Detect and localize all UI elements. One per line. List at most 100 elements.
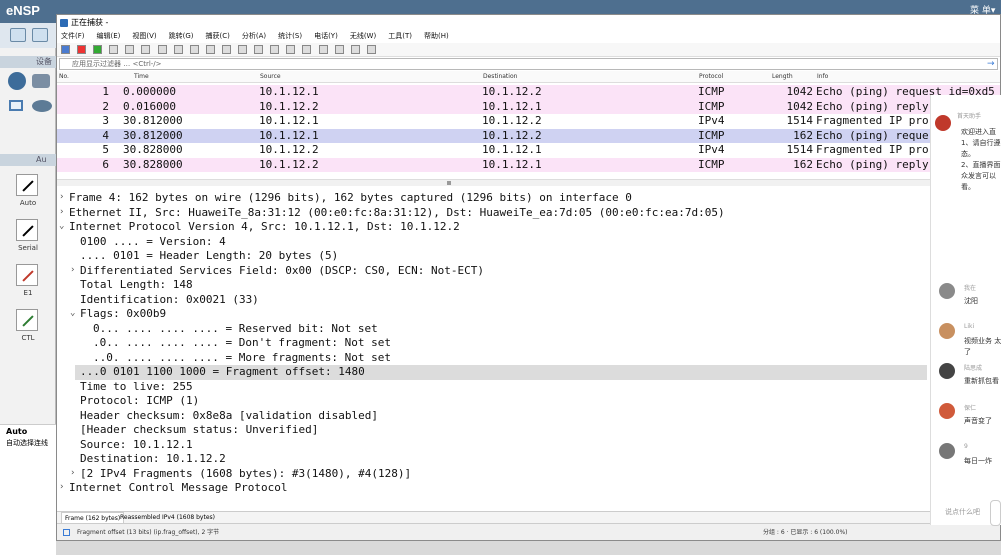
col-no[interactable]: No. [59,71,69,83]
col-protocol[interactable]: Protocol [699,71,723,83]
detail-line[interactable]: 0... .... .... .... = Reserved bit: Not … [93,322,378,337]
link-type-ctl[interactable]: CTL [0,307,56,351]
ensp-new-icon[interactable] [10,28,26,42]
pc-icon[interactable] [9,100,23,111]
detail-line[interactable]: .... 0101 = Header Length: 20 bytes (5) [80,249,338,264]
detail-line[interactable]: Ethernet II, Src: HuaweiTe_8a:31:12 (00:… [69,206,725,221]
ensp-open-icon[interactable] [32,28,48,42]
serial-cable-icon[interactable] [16,219,38,241]
packet-list-hscrollbar[interactable] [57,179,1000,186]
chat-scroll-handle[interactable] [990,500,1001,526]
col-length[interactable]: Length [772,71,793,83]
go-forward-icon[interactable] [221,45,231,54]
link-type-e1[interactable]: E1 [0,262,56,306]
menu-item-0[interactable]: 文件(F) [61,32,85,40]
scroll-thumb[interactable] [447,181,451,185]
link-type-serial[interactable]: Serial [0,217,56,261]
expand-arrow-icon[interactable]: › [59,192,67,202]
detail-line[interactable]: Flags: 0x00b9 [80,307,166,322]
detail-line[interactable]: Destination: 10.1.12.2 [80,452,226,467]
menu-item-5[interactable]: 分析(A) [242,32,266,40]
detail-line[interactable]: Frame 4: 162 bytes on wire (1296 bits), … [69,191,632,206]
cloud-icon[interactable] [32,100,52,112]
colorize-icon[interactable] [302,45,312,54]
first-packet-icon[interactable] [254,45,264,54]
zoom-normal-icon[interactable] [350,45,360,54]
close-file-icon[interactable] [157,45,167,54]
menu-item-9[interactable]: 工具(T) [388,32,412,40]
save-file-icon[interactable] [141,45,151,54]
detail-line[interactable]: Time to live: 255 [80,380,193,395]
zoom-in-icon[interactable] [318,45,328,54]
menu-item-6[interactable]: 统计(S) [278,32,302,40]
chat-input[interactable]: 说点什么吧 [945,507,980,517]
autoscroll-icon[interactable] [286,45,296,54]
go-back-icon[interactable] [205,45,215,54]
display-filter-input[interactable]: 应用显示过滤器 … <Ctrl-/> [59,58,998,70]
packet-row[interactable]: 4 30.812000 10.1.12.1 10.1.12.2 ICMP 162 Echo … [57,128,1000,143]
col-info[interactable]: Info [817,71,828,83]
col-time[interactable]: Time [134,71,149,83]
detail-line[interactable]: [Header checksum status: Unverified] [80,423,318,438]
router-icon[interactable] [8,72,26,90]
menu-item-1[interactable]: 编辑(E) [97,32,121,40]
detail-line[interactable]: 0100 .... = Version: 4 [80,235,226,250]
detail-line[interactable]: Differentiated Services Field: 0x00 (DSC… [80,264,484,279]
collapse-arrow-icon[interactable]: ⌄ [70,308,78,318]
status-expert-icon[interactable] [63,529,70,536]
detail-line[interactable]: ..0. .... .... .... = More fragments: No… [93,351,391,366]
col-source[interactable]: Source [260,71,281,83]
expand-arrow-icon[interactable]: › [59,482,67,492]
col-destination[interactable]: Destination [483,71,517,83]
reload-icon[interactable] [173,45,183,54]
menu-item-7[interactable]: 电话(Y) [314,32,338,40]
menu-item-10[interactable]: 帮助(H) [424,32,449,40]
zoom-out-icon[interactable] [334,45,344,54]
detail-line[interactable]: Identification: 0x0021 (33) [80,293,259,308]
packet-destination: 10.1.12.2 [482,128,542,142]
chat-message: 重新抓包看 [964,377,999,385]
expand-arrow-icon[interactable]: › [59,207,67,217]
expand-arrow-icon[interactable]: › [70,468,78,478]
detail-line[interactable]: Internet Control Message Protocol [69,481,288,496]
chat-message: 每日一炸 [964,457,992,465]
lightning-icon[interactable] [16,174,38,196]
restart-capture-icon[interactable] [93,45,103,54]
packet-no: 3 [102,114,109,127]
packet-row[interactable]: 3 30.812000 10.1.12.1 10.1.12.2 IPv4 1514 Frag… [57,114,1000,129]
detail-line[interactable]: Header checksum: 0x8e8a [validation disa… [80,409,378,424]
packet-row[interactable]: 6 30.828000 10.1.12.2 10.1.12.1 ICMP 162 Echo … [57,157,1000,172]
user-avatar [939,403,955,419]
find-packet-icon[interactable] [189,45,199,54]
resize-columns-icon[interactable] [366,45,376,54]
last-packet-icon[interactable] [270,45,280,54]
e1-cable-icon[interactable] [16,264,38,286]
stop-capture-icon[interactable] [77,45,87,54]
detail-line[interactable]: ...0 0101 1100 1000 = Fragment offset: 1… [80,365,365,380]
detail-line[interactable]: Internet Protocol Version 4, Src: 10.1.1… [69,220,460,235]
detail-line[interactable]: Protocol: ICMP (1) [80,394,199,409]
packet-row[interactable]: 2 0.016000 10.1.12.2 10.1.12.1 ICMP 1042 Echo … [57,99,1000,114]
packet-row[interactable]: 1 0.000000 10.1.12.1 10.1.12.2 ICMP 1042 Echo … [57,85,1000,100]
menu-item-4[interactable]: 捕获(C) [206,32,230,40]
expand-arrow-icon[interactable]: › [70,265,78,275]
detail-line[interactable]: Source: 10.1.12.1 [80,438,193,453]
capture-options-icon[interactable] [109,45,119,54]
detail-line[interactable]: Total Length: 148 [80,278,193,293]
menu-item-3[interactable]: 跳转(G) [169,32,194,40]
menu-item-8[interactable]: 无线(W) [350,32,376,40]
collapse-arrow-icon[interactable]: ⌄ [59,221,67,231]
link-type-auto[interactable]: Auto [0,172,56,216]
go-to-packet-icon[interactable] [238,45,248,54]
packet-protocol: ICMP [698,99,725,113]
packet-protocol: ICMP [698,157,725,171]
ctl-cable-icon[interactable] [16,309,38,331]
detail-line[interactable]: [2 IPv4 Fragments (1608 bytes): #3(1480)… [80,467,411,482]
menu-item-2[interactable]: 视图(V) [132,32,156,40]
packet-row[interactable]: 5 30.828000 10.1.12.2 10.1.12.1 IPv4 1514 Frag… [57,143,1000,158]
open-file-icon[interactable] [125,45,135,54]
filter-arrow-icon[interactable]: → [987,59,997,69]
detail-line[interactable]: .0.. .... .... .... = Don't fragment: No… [93,336,391,351]
switch-icon[interactable] [32,74,50,88]
shark-fin-start-icon[interactable] [61,45,70,54]
